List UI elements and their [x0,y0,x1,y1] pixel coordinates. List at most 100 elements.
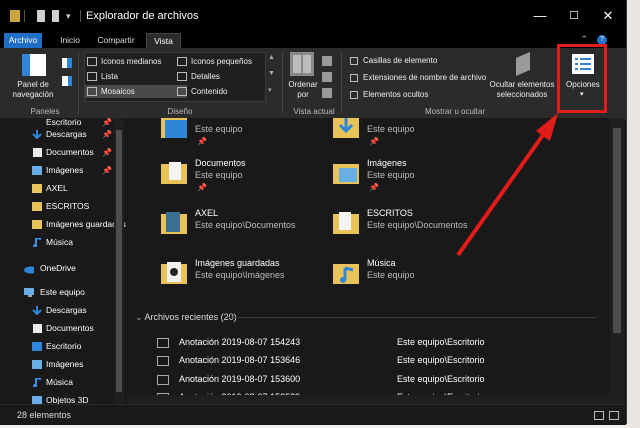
hide-selected-icon[interactable] [512,52,532,76]
nav-item-label: AXEL [46,183,68,193]
pin-icon: 📌 [369,137,379,146]
divider [24,10,25,22]
nav-item-descargas-pc[interactable]: Descargas [0,302,127,319]
horizontal-scrollbar[interactable] [127,395,610,404]
recent-files-header[interactable]: ⌄ Archivos recientes (20) [135,312,237,323]
recent-file-row[interactable]: Anotación 2019-08-07 154243 Este equipo\E… [157,336,517,351]
nav-scrollbar-thumb[interactable] [116,130,122,392]
navigation-pane-button[interactable]: Panel de navegación [10,80,56,100]
layout-list[interactable]: Lista [85,70,187,83]
add-columns-icon[interactable] [322,72,332,82]
gallery-more-icon[interactable]: ▾ [268,86,272,94]
chevron-down-icon: ⌄ [135,312,145,322]
item-checkboxes-label: Casillas de elemento [363,56,438,65]
gallery-scroll-up-icon[interactable]: ▲ [268,54,275,61]
tile-axel[interactable]: AXEL Este equipo\Documentos [161,206,341,246]
layout-label: Mosaicos [101,87,135,96]
nav-item-documentos[interactable]: Documentos 📌 [0,144,127,161]
nav-item-escritos[interactable]: ESCRITOS [0,198,127,215]
close-button[interactable]: ✕ [588,6,628,26]
document-icon [33,324,42,333]
tile-name: ESCRITOS [367,208,413,218]
tile-name: Imágenes guardadas [195,258,280,268]
computer-icon [24,288,34,297]
document-icon [33,148,42,157]
nav-item-axel[interactable]: AXEL [0,180,127,197]
nav-item-imagenes-guardadas[interactable]: Imágenes guardadas [0,216,127,233]
nav-item-label: Descargas [46,129,87,139]
nav-item-imagenes-pc[interactable]: Imágenes [0,356,127,373]
divider [282,52,283,114]
tile-escritorio[interactable]: Este equipo 📌 [161,110,341,150]
recent-file-row[interactable]: Anotación 2019-08-07 153600 Este equipo\E… [157,373,517,388]
status-bar: 28 elementos [0,404,626,425]
large-icons-view-icon[interactable] [609,411,619,420]
new-folder-icon[interactable] [52,10,59,22]
nav-item-este-equipo[interactable]: Este equipo [0,284,127,301]
tile-subtitle: Este equipo [195,124,243,134]
tile-subtitle: Este equipo [367,170,415,180]
recent-file-location: Este equipo\Escritorio [397,355,485,365]
sort-by-icon[interactable] [290,52,314,76]
recent-file-row[interactable]: Anotación 2019-08-07 153646 Este equipo\E… [157,354,517,369]
details-icon [177,72,187,81]
layout-gallery: Iconos medianos Iconos pequeños Lista De… [84,52,266,102]
divider [341,52,342,114]
details-pane-icon[interactable] [62,76,72,86]
list-icon [87,72,97,81]
nav-item-documentos-pc[interactable]: Documentos [0,320,127,337]
sort-by-button[interactable]: Ordenar por [286,80,320,100]
tile-subtitle: Este equipo [367,124,415,134]
layout-tiles[interactable]: Mosaicos [85,85,187,98]
folder-icon [32,220,42,229]
tile-name: Imágenes [367,158,407,168]
layout-details[interactable]: Detalles [175,70,275,83]
nav-item-label: Documentos [46,323,94,333]
hidden-items-checkbox[interactable] [350,91,358,99]
preview-pane-icon[interactable] [62,58,72,68]
title-bar: ▾ Explorador de archivos — ☐ ✕ [0,0,626,32]
content-scrollbar-thumb[interactable] [613,128,621,333]
file-extensions-checkbox[interactable] [350,74,358,82]
properties-icon[interactable] [37,10,45,22]
red-arrow-annotation [456,113,558,257]
item-checkboxes-checkbox[interactable] [350,57,358,65]
layout-icons-medium[interactable]: Iconos medianos [85,55,187,68]
nav-item-onedrive[interactable]: OneDrive [0,260,127,277]
gallery-scroll-down-icon[interactable]: ▼ [268,70,275,77]
nav-item-label: Música [46,237,73,247]
window-title: Explorador de archivos [86,10,199,22]
folder-icon [32,202,42,211]
folder-icon [32,184,42,193]
downloads-folder-icon [333,118,359,138]
tab-archivo[interactable]: Archivo [4,33,42,48]
nav-item-imagenes[interactable]: Imágenes 📌 [0,162,127,179]
tile-imagenes-guardadas[interactable]: Imágenes guardadas Este equipo\Imágenes [161,256,341,296]
tile-name: Música [367,258,396,268]
tab-compartir[interactable]: Compartir [92,33,140,48]
folder-icon [161,212,187,234]
recent-files-title: Archivos recientes (20) [144,312,237,322]
group-by-icon[interactable] [322,56,332,66]
pin-icon: 📌 [102,148,112,157]
layout-content[interactable]: Contenido [175,85,275,98]
folder-icon [10,10,20,22]
nav-item-label: Música [46,377,73,387]
pin-icon: 📌 [102,166,112,175]
size-columns-icon[interactable] [322,88,332,98]
hide-selected-button[interactable]: Ocultar elementos seleccionados [488,80,556,100]
details-view-icon[interactable] [594,411,604,420]
tab-inicio[interactable]: Inicio [55,33,85,48]
folder-icon [161,262,187,284]
nav-item-musica-pc[interactable]: Música [0,374,127,391]
quick-access-dropdown-icon[interactable]: ▾ [66,10,74,22]
layout-icons-small[interactable]: Iconos pequeños [175,55,275,68]
tab-vista[interactable]: Vista [146,33,181,49]
nav-item-descargas[interactable]: Descargas 📌 [0,126,127,143]
tile-documentos[interactable]: Documentos Este equipo 📌 [161,156,341,196]
tile-subtitle: Este equipo [367,270,415,280]
nav-item-musica[interactable]: Música [0,234,127,251]
tile-name: AXEL [195,208,219,218]
navigation-pane-icon[interactable] [22,54,46,76]
nav-item-escritorio-pc[interactable]: Escritorio [0,338,127,355]
